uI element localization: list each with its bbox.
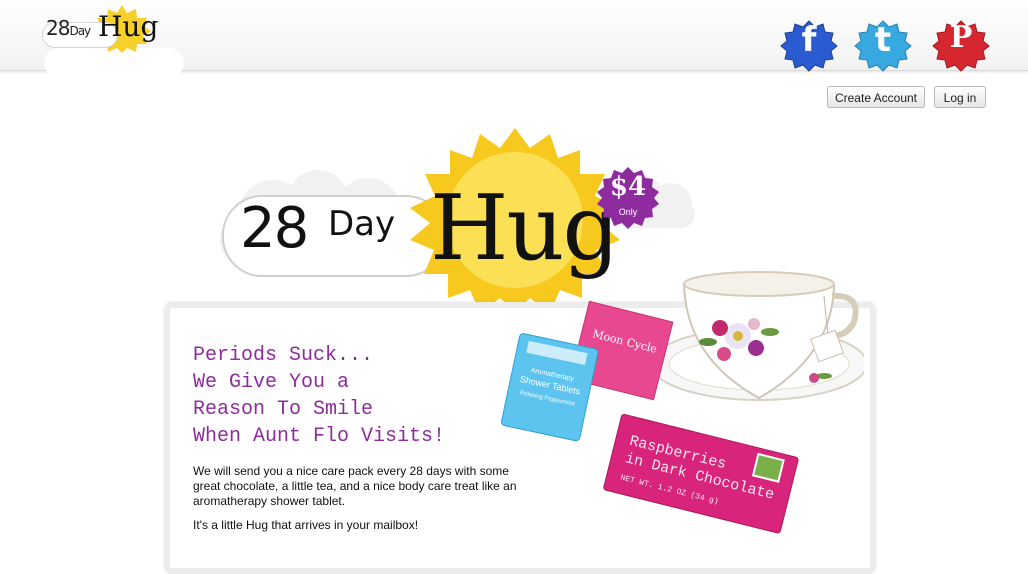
price-badge-value: $4	[609, 172, 647, 202]
tagline-text: It's a little Hug that arrives in your m…	[193, 518, 419, 532]
headline-line: We Give You a	[193, 371, 350, 394]
pinterest-link[interactable]: P	[932, 20, 990, 72]
headline: Periods Suck... We Give You a Reason To …	[193, 342, 513, 450]
small-logo-hug: Hug	[98, 10, 159, 43]
twitter-link[interactable]: t	[854, 20, 912, 72]
headline-line: When Aunt Flo Visits!	[193, 425, 446, 448]
headline-line: Periods Suck...	[193, 344, 374, 367]
description-text: We will send you a nice care pack every …	[193, 464, 517, 508]
price-badge-note: Only	[618, 207, 638, 217]
facebook-icon: f	[801, 20, 817, 60]
facebook-link[interactable]: f	[780, 20, 838, 72]
create-account-button[interactable]: Create Account	[827, 86, 925, 108]
pinterest-icon: P	[949, 20, 973, 55]
login-button[interactable]: Log in	[934, 86, 986, 108]
small-logo-28day: 28Day	[46, 16, 91, 40]
product-photo: Moon Cycle Aromatherapy Shower Tablets R…	[501, 271, 864, 534]
twitter-icon: t	[874, 20, 892, 60]
headline-line: Reason To Smile	[193, 398, 374, 421]
hero-logo-28: 28	[240, 196, 309, 261]
hero-logo-day: Day	[328, 204, 396, 244]
